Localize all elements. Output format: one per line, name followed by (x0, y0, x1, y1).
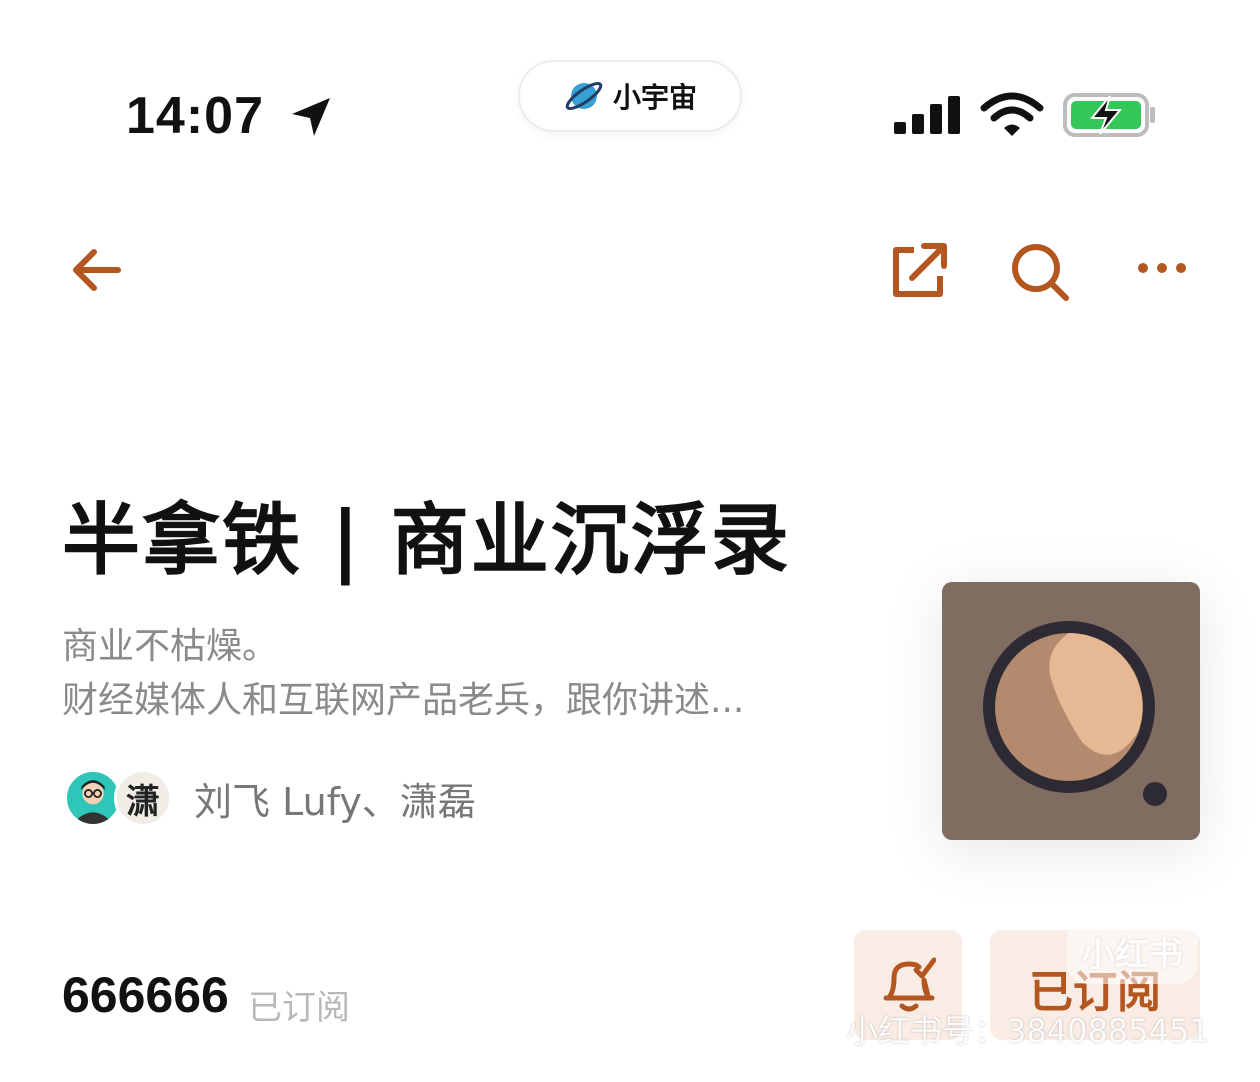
podcast-description[interactable]: 商业不枯燥。 财经媒体人和互联网产品老兵，跟你讲述... (62, 620, 862, 728)
podcast-title: 半拿铁 | 商业沉浮录 (62, 496, 791, 586)
watermark-logo: 小红书 (1066, 918, 1198, 984)
cover-art-icon (983, 621, 1167, 806)
subscribed-label: 已订阅 (248, 988, 350, 1028)
more-icon[interactable] (1134, 250, 1190, 286)
person-avatar-icon (72, 780, 114, 824)
avatar: 潇 (114, 769, 172, 827)
status-time: 14:07 (126, 87, 264, 145)
share-icon[interactable] (888, 240, 950, 300)
back-arrow-icon[interactable] (68, 244, 124, 296)
island-label: 小宇宙 (612, 81, 697, 114)
description-line-1: 商业不枯燥。 (62, 626, 279, 667)
cellular-signal-icon (894, 96, 960, 134)
watermark-logo-text: 小红书 (1081, 934, 1183, 975)
subscriber-count: 666666 (62, 967, 229, 1023)
battery-charging-icon (1063, 93, 1155, 137)
search-icon[interactable] (1008, 240, 1072, 302)
planet-icon (565, 82, 603, 110)
author-names[interactable]: 刘飞 Lufy、潇磊 (194, 771, 476, 826)
location-arrow-icon (292, 98, 330, 136)
podcast-cover (942, 582, 1200, 840)
authors-row[interactable]: 潇 刘飞 Lufy、潇磊 (64, 768, 476, 828)
bell-check-icon (883, 957, 936, 1012)
watermark-id: 小红书号：3840885451 (846, 1012, 1210, 1050)
description-line-2: 财经媒体人和互联网产品老兵，跟你讲述... (62, 680, 745, 721)
app-island[interactable]: 小宇宙 (518, 60, 742, 132)
wifi-icon (980, 92, 1044, 136)
